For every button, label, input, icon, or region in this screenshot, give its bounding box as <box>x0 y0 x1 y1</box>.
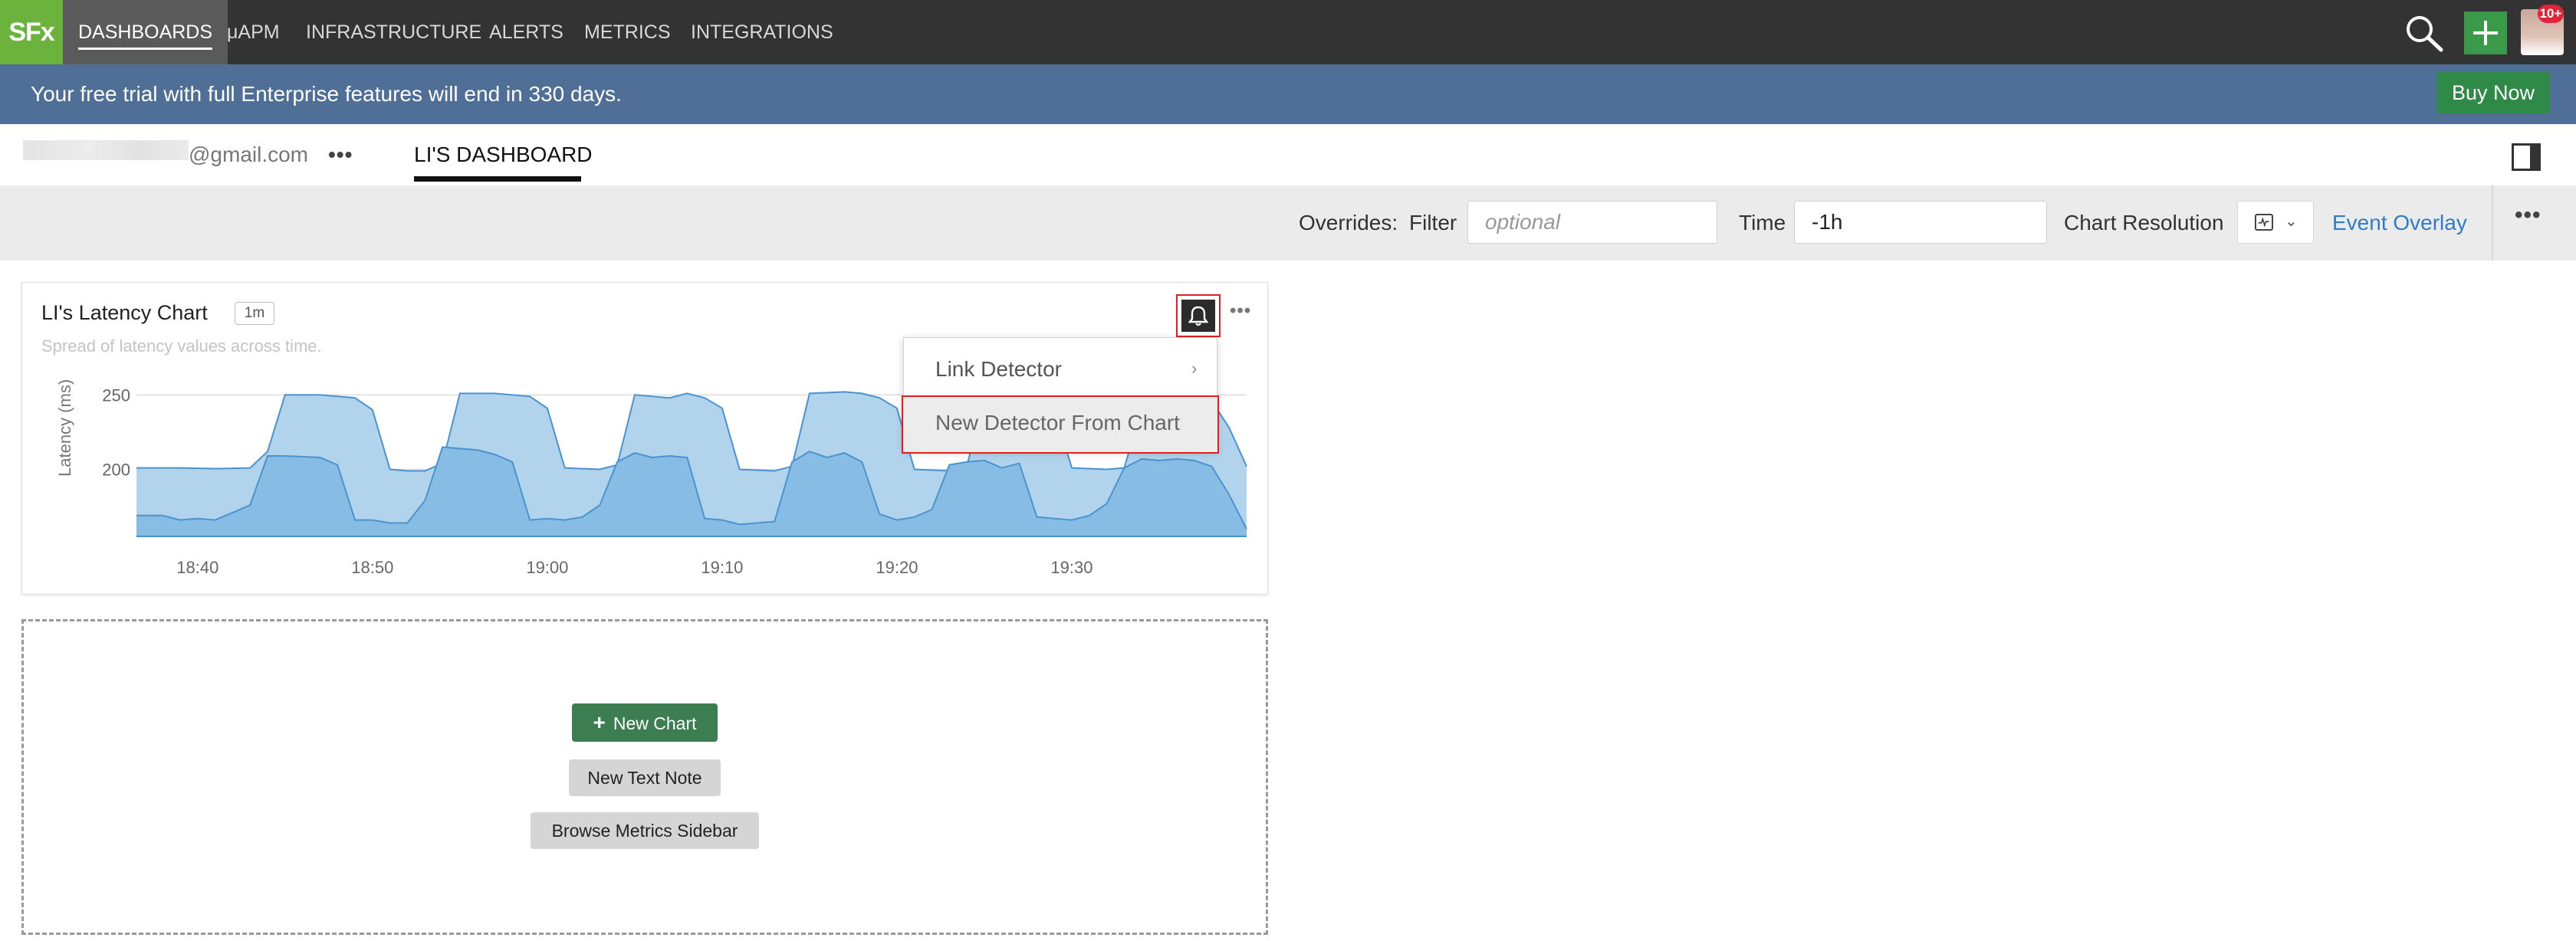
x-axis-ticks: 18:40 18:50 19:00 19:10 19:20 19:30 <box>176 558 1092 577</box>
y-tick-label: 250 <box>102 385 130 405</box>
chevron-right-icon: › <box>1191 359 1198 378</box>
y-tick-label: 200 <box>102 461 130 480</box>
x-tick-label: 18:40 <box>176 558 219 577</box>
new-chart-button[interactable]: + New Chart <box>572 703 718 742</box>
x-tick-label: 19:20 <box>876 558 918 577</box>
x-tick-label: 19:10 <box>701 558 743 577</box>
x-tick-label: 19:00 <box>526 558 568 577</box>
y-axis-ticks: 250 200 <box>102 385 130 479</box>
menu-item-new-detector-from-chart[interactable]: New Detector From Chart <box>935 411 1180 435</box>
y-axis-title: Latency (ms) <box>55 379 74 477</box>
x-tick-label: 19:30 <box>1050 558 1092 577</box>
new-chart-label: New Chart <box>613 713 697 733</box>
x-tick-label: 18:50 <box>351 558 393 577</box>
menu-item-link-detector[interactable]: Link Detector <box>935 357 1062 382</box>
plus-icon: + <box>593 710 606 734</box>
browse-metrics-sidebar-button[interactable]: Browse Metrics Sidebar <box>531 812 759 849</box>
new-text-note-button[interactable]: New Text Note <box>569 759 721 796</box>
